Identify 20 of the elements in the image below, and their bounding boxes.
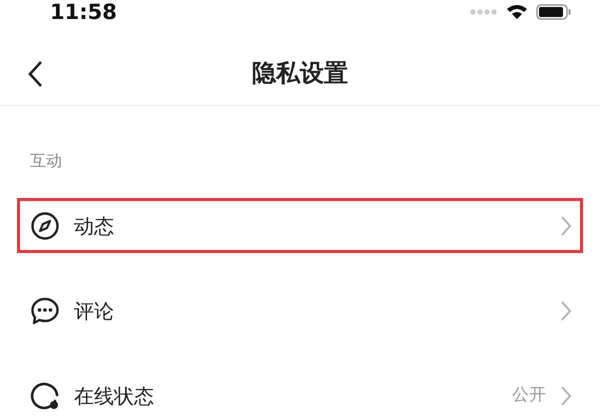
settings-row[interactable]: 在线状态 公开 xyxy=(17,368,583,420)
signal-dots-icon xyxy=(470,9,498,15)
settings-row[interactable]: 评论 xyxy=(17,283,583,338)
compass-icon xyxy=(30,210,60,240)
back-icon xyxy=(27,60,43,88)
page-title: 隐私设置 xyxy=(252,58,348,88)
battery-icon xyxy=(536,4,572,20)
row-label: 在线状态 xyxy=(74,382,154,410)
chevron-right-icon xyxy=(560,214,572,236)
chat-bubble-icon xyxy=(30,296,60,326)
status-circle-icon xyxy=(30,380,60,410)
row-value: 公开 xyxy=(512,384,546,407)
wifi-icon xyxy=(506,5,528,19)
row-label: 评论 xyxy=(74,298,114,324)
clock-time: 11:58 xyxy=(50,0,117,24)
row-label: 动态 xyxy=(74,212,114,240)
settings-row[interactable]: 动态 xyxy=(17,198,583,253)
chevron-right-icon xyxy=(560,384,572,406)
section-label: 互动 xyxy=(30,150,62,172)
chevron-right-icon xyxy=(560,300,572,322)
